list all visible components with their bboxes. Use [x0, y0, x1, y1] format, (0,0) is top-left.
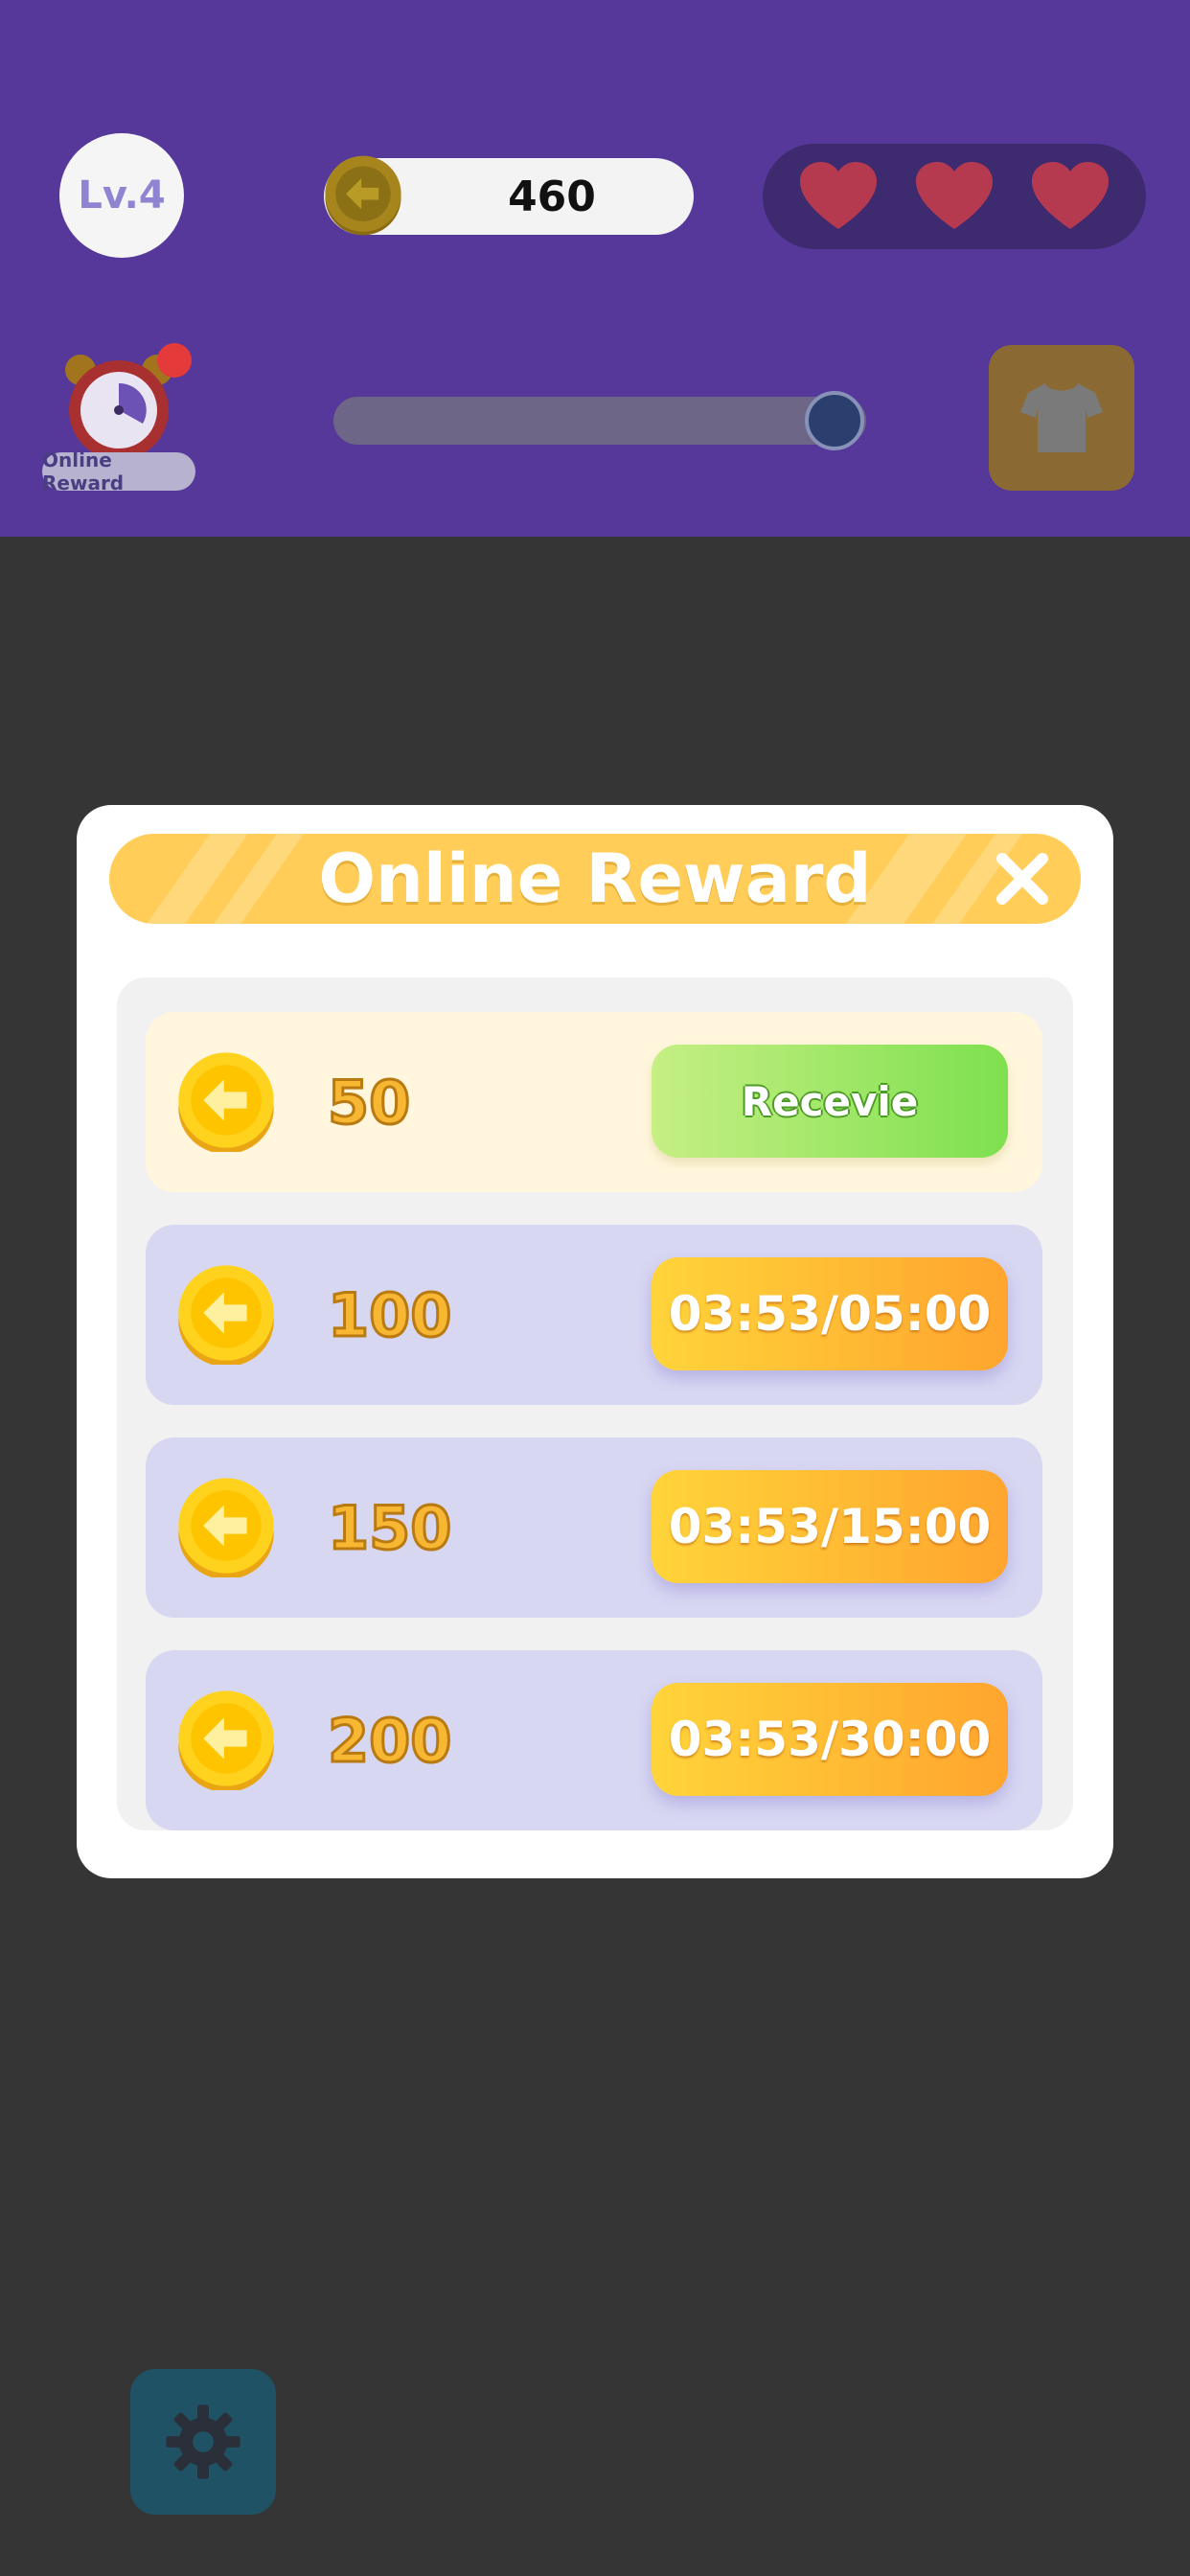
- coin-icon: [178, 1265, 274, 1365]
- progress-knob[interactable]: [804, 391, 864, 450]
- receive-button[interactable]: Recevie: [652, 1045, 1008, 1158]
- level-badge: Lv.4: [59, 133, 184, 258]
- online-reward-dialog: Online Reward 50 Recevie 100 03:53/05:00…: [77, 805, 1113, 1878]
- countdown-timer: 03:53/30:00: [652, 1683, 1008, 1796]
- reward-amount: 100: [326, 1278, 452, 1351]
- coin-icon: [178, 1052, 274, 1152]
- settings-button[interactable]: [130, 2369, 276, 2515]
- shirt-icon: [1020, 383, 1103, 452]
- countdown-timer: 03:53/15:00: [652, 1470, 1008, 1583]
- reward-row: 150 03:53/15:00: [146, 1438, 1042, 1618]
- online-reward-button[interactable]: Online Reward: [42, 343, 195, 496]
- progress-bar: [333, 391, 866, 450]
- skin-shop-button[interactable]: [989, 345, 1134, 491]
- close-button[interactable]: [991, 847, 1054, 910]
- dialog-title: Online Reward: [318, 840, 872, 918]
- reward-amount: 150: [326, 1491, 452, 1564]
- dialog-title-bar: Online Reward: [109, 834, 1081, 924]
- coin-icon: [325, 155, 401, 236]
- level-label: Lv.4: [78, 173, 166, 218]
- reward-amount: 200: [326, 1704, 452, 1777]
- notification-dot: [157, 343, 192, 378]
- heart-icon: [916, 162, 993, 229]
- heart-icon: [800, 162, 877, 229]
- game-header: Lv.4 460 Online Reward: [0, 0, 1190, 537]
- reward-row: 200 03:53/30:00: [146, 1650, 1042, 1830]
- lives-display: [763, 144, 1146, 249]
- heart-icon: [1032, 162, 1109, 229]
- reward-row: 50 Recevie: [146, 1012, 1042, 1192]
- close-icon: [996, 853, 1048, 905]
- gear-icon: [166, 2404, 240, 2479]
- countdown-timer: 03:53/05:00: [652, 1257, 1008, 1370]
- online-reward-label: Online Reward: [42, 448, 195, 494]
- coin-balance: 460: [324, 155, 694, 236]
- reward-list[interactable]: 50 Recevie 100 03:53/05:00 150 03:53/15:…: [117, 978, 1073, 1830]
- coin-count: 460: [508, 172, 596, 221]
- reward-amount: 50: [326, 1066, 411, 1138]
- reward-row: 100 03:53/05:00: [146, 1225, 1042, 1405]
- coin-icon: [178, 1478, 274, 1577]
- coin-icon: [178, 1690, 274, 1790]
